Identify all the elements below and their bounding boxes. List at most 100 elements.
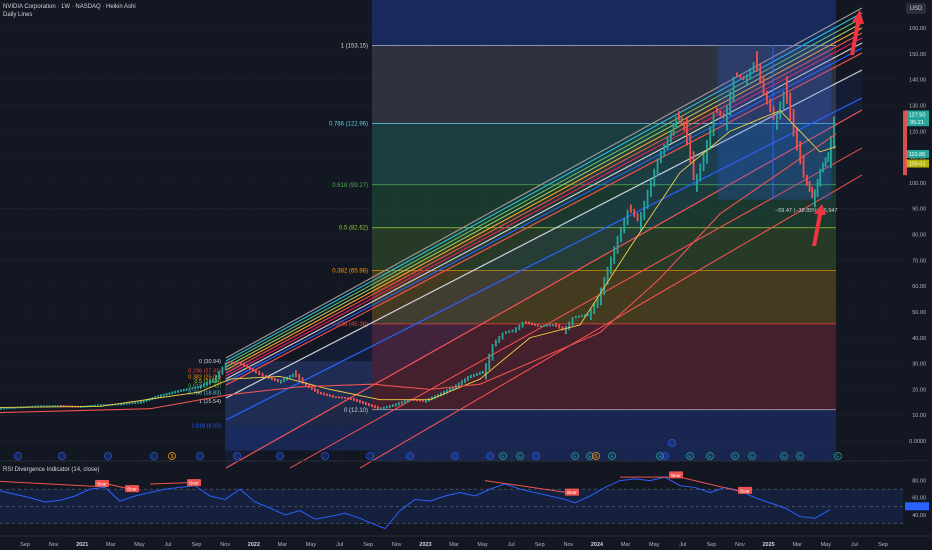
- price-tick-label: 20.00: [912, 387, 926, 393]
- chart-canvas[interactable]: 1 (153.15) 0.786 (122.96) 0.618 (99.27) 0.5…: [0, 0, 932, 550]
- time-axis-label: Jul: [164, 542, 171, 548]
- symbol-title: NVIDIA Corporation · 1W · NASDAQ · Heiki…: [3, 4, 136, 10]
- price-candle: [568, 321, 571, 330]
- price-candle: [706, 140, 708, 164]
- bear-tag-label: Bear: [97, 482, 107, 487]
- fib-band-bottom: [372, 409, 836, 461]
- price-candle: [746, 74, 748, 86]
- event-marker-label: D: [670, 441, 674, 447]
- event-marker-label: D: [60, 454, 64, 460]
- price-candle: [377, 406, 379, 410]
- price-candle: [719, 110, 722, 116]
- price-candle: [165, 393, 168, 396]
- time-axis-label: Jul: [679, 542, 686, 548]
- price-candle: [613, 246, 616, 265]
- price-candle: [171, 391, 174, 395]
- price-candle: [283, 378, 285, 383]
- fib-label: 0.382 (65.98): [332, 269, 368, 275]
- price-candle: [401, 401, 403, 405]
- price-candle: [261, 372, 264, 377]
- price-candle: [209, 380, 211, 385]
- time-axis-label: Mar: [621, 542, 631, 548]
- price-candle: [356, 398, 358, 403]
- price-candle: [575, 315, 577, 319]
- price-candle: [678, 110, 680, 121]
- time-axis-label: May: [649, 542, 660, 548]
- time-axis-label: 2022: [248, 542, 260, 548]
- time-axis-label: Nov: [392, 542, 402, 548]
- price-candle: [495, 339, 497, 347]
- price-candle: [656, 158, 659, 177]
- price-candle: [643, 200, 646, 221]
- price-tick-label: 80.00: [912, 233, 926, 239]
- fib-label: 0.5 (82.62): [339, 226, 368, 232]
- price-tick-label: 60.00: [912, 284, 926, 290]
- time-axis-label: 2024: [591, 542, 604, 548]
- price-candle: [365, 402, 367, 406]
- price-candle: [663, 143, 666, 157]
- price-candle: [160, 394, 162, 398]
- price-candle: [341, 396, 343, 399]
- price-candle: [756, 51, 758, 72]
- current-price-label: 110.88: [909, 152, 925, 158]
- price-candle: [131, 402, 134, 405]
- price-candle: [335, 396, 337, 399]
- small-fib-label: 1.618 (6.02): [191, 423, 221, 429]
- price-candle: [0, 407, 2, 410]
- price-candle: [558, 324, 561, 329]
- price-candle: [534, 323, 536, 326]
- price-candle: [194, 386, 197, 390]
- price-candle: [636, 213, 639, 222]
- time-axis-label: Jul: [336, 542, 343, 548]
- price-candle: [511, 329, 514, 333]
- price-candle: [482, 370, 484, 374]
- price-candle: [762, 75, 765, 96]
- price-candle: [555, 322, 557, 327]
- price-candle: [234, 361, 236, 364]
- price-candle: [252, 367, 254, 372]
- event-marker-label: D: [278, 454, 282, 460]
- time-axis-label: 2023: [419, 542, 431, 548]
- price-candle: [255, 369, 257, 374]
- price-range-marker: [903, 110, 907, 176]
- event-marker-label: D: [152, 454, 156, 460]
- event-marker-label: D: [488, 454, 492, 460]
- price-candle: [374, 405, 376, 409]
- price-candle: [712, 112, 715, 137]
- time-axis-label: Sep: [535, 542, 545, 548]
- event-marker-label: D: [106, 454, 110, 460]
- price-candle: [338, 396, 340, 399]
- price-candle: [752, 62, 755, 74]
- price-candle: [197, 386, 199, 389]
- price-candle: [243, 363, 245, 368]
- price-candle: [675, 116, 678, 129]
- time-axis-label: Sep: [20, 542, 30, 548]
- price-candle: [782, 91, 785, 110]
- price-candle: [699, 163, 702, 182]
- price-candle: [590, 308, 592, 321]
- event-marker-label: $: [595, 454, 598, 460]
- price-candle: [578, 315, 580, 318]
- price-candle: [593, 302, 596, 315]
- price-candle: [174, 390, 177, 394]
- price-candle: [736, 72, 738, 77]
- price-candle: [218, 370, 221, 379]
- price-candle: [228, 361, 230, 364]
- price-candle: [552, 324, 554, 327]
- currency-badge[interactable]: USD: [906, 3, 926, 14]
- event-marker-label: $: [171, 454, 174, 460]
- price-candle: [464, 378, 466, 383]
- time-axis-label: 2021: [76, 542, 88, 548]
- price-candle: [811, 186, 814, 198]
- price-tick-label: 120.00: [909, 129, 926, 135]
- event-marker-label: D: [323, 454, 327, 460]
- price-candle: [128, 402, 131, 405]
- price-candle: [203, 383, 205, 388]
- price-candle: [505, 331, 507, 335]
- measure-label: −59.47 (−38.85%) −6,947: [775, 208, 838, 214]
- price-candle: [650, 179, 652, 197]
- event-marker-label: D: [408, 454, 412, 460]
- price-candle: [816, 179, 819, 197]
- price-tick-label: 90.00: [912, 207, 926, 213]
- time-axis-label: Nov: [735, 542, 745, 548]
